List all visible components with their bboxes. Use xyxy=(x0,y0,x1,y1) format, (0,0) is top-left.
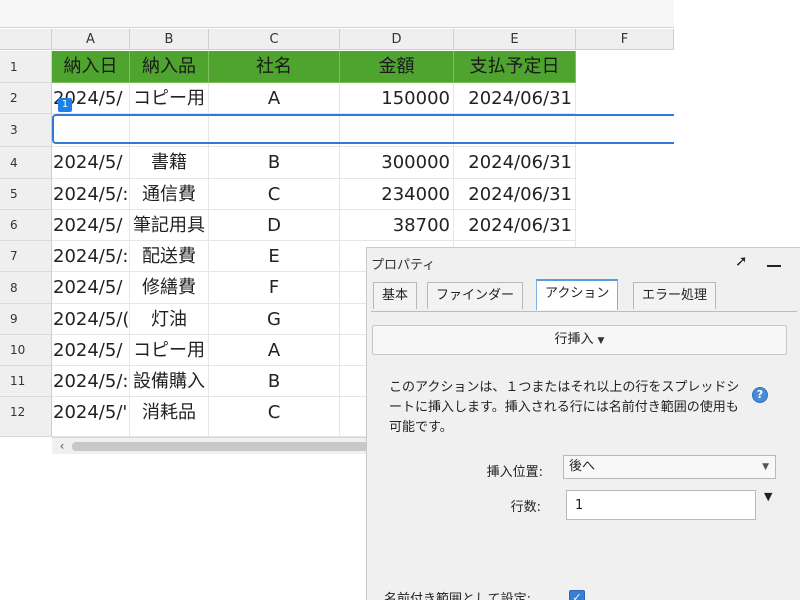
row-header-6[interactable]: 6 xyxy=(0,210,52,241)
column-header-f[interactable]: F xyxy=(576,29,674,50)
cell-company[interactable]: A xyxy=(209,83,340,114)
tab-finder[interactable]: ファインダー xyxy=(427,282,524,309)
cell-delivery-date[interactable]: 2024/5/ xyxy=(52,147,130,179)
pin-icon[interactable]: ➚ xyxy=(735,252,748,270)
cell-delivery-date[interactable]: 2024/5/: xyxy=(52,179,130,210)
header-cell-company[interactable]: 社名 xyxy=(209,51,340,83)
cell-item[interactable]: 設備購入 xyxy=(130,366,209,397)
named-range-label: 名前付き範囲として設定: xyxy=(384,592,531,600)
column-header-d[interactable]: D xyxy=(340,29,454,50)
tab-bar: 基本 ファインダー アクション エラー処理 xyxy=(371,279,797,312)
insert-position-select[interactable]: 後へ ▼ xyxy=(563,455,776,479)
column-header-c[interactable]: C xyxy=(209,29,340,50)
minimize-icon[interactable] xyxy=(767,265,781,267)
panel-title: プロパティ xyxy=(371,258,436,273)
action-label: 行挿入 xyxy=(554,332,594,347)
caret-down-icon: ▼ xyxy=(762,462,769,472)
cell-company[interactable]: B xyxy=(209,366,340,397)
sheet-toolbar-area xyxy=(0,0,674,28)
cell-delivery-date[interactable]: 2024/5/: xyxy=(52,366,130,397)
cell-item[interactable]: コピー用 xyxy=(130,335,209,366)
cell-amount[interactable]: 234000 xyxy=(340,179,454,210)
row-header-3[interactable]: 3 xyxy=(0,114,52,147)
tab-basic[interactable]: 基本 xyxy=(373,282,418,309)
row-header-11[interactable]: 11 xyxy=(0,366,52,397)
select-all-corner[interactable] xyxy=(0,29,52,50)
row-count-label: 行数: xyxy=(510,500,541,515)
cell-due-date[interactable]: 2024/06/31 xyxy=(454,147,576,179)
cell-company[interactable]: D xyxy=(209,210,340,241)
row-header-5[interactable]: 5 xyxy=(0,179,52,210)
cell-item[interactable]: 通信費 xyxy=(130,179,209,210)
row-header-7[interactable]: 7 xyxy=(0,241,52,272)
cell-item[interactable]: 消耗品 xyxy=(130,397,209,437)
row-header-2[interactable]: 2 xyxy=(0,83,52,114)
tab-action[interactable]: アクション xyxy=(536,279,619,310)
cell-delivery-date[interactable]: 2024/5/ xyxy=(52,335,130,366)
cell-due-date[interactable]: 2024/06/31 xyxy=(454,210,576,241)
cell-delivery-date[interactable]: 2024/5/( xyxy=(52,304,130,335)
cell-item[interactable]: コピー用 xyxy=(130,83,209,114)
cell-item[interactable]: 灯油 xyxy=(130,304,209,335)
caret-down-icon[interactable]: ▼ xyxy=(764,490,772,503)
cell-item[interactable]: 修繕費 xyxy=(130,272,209,304)
cell-company[interactable]: B xyxy=(209,147,340,179)
row-header-1[interactable]: 1 xyxy=(0,51,52,83)
action-description: このアクションは、１つまたはそれ以上の行をスプレッドシートに挿入します。挿入され… xyxy=(389,380,740,435)
cell-amount[interactable]: 300000 xyxy=(340,147,454,179)
row-header-9[interactable]: 9 xyxy=(0,304,52,335)
properties-panel: プロパティ ➚ 基本 ファインダー アクション エラー処理 行挿入 ▼ このアクシ… xyxy=(366,247,800,600)
cell-delivery-date[interactable]: 2024/5/ xyxy=(52,210,130,241)
header-cell-due-date[interactable]: 支払予定日 xyxy=(454,51,576,83)
named-range-checkbox[interactable]: ✓ xyxy=(569,590,585,600)
inserted-row-highlight xyxy=(52,114,674,144)
row-count-badge: 1 xyxy=(58,98,72,112)
chevron-left-icon[interactable]: ‹ xyxy=(56,438,68,454)
row-header-10[interactable]: 10 xyxy=(0,335,52,366)
cell-company[interactable]: A xyxy=(209,335,340,366)
tab-error-handling[interactable]: エラー処理 xyxy=(633,282,717,309)
row-header-12[interactable]: 12 xyxy=(0,397,52,437)
cell-amount[interactable]: 150000 xyxy=(340,83,454,114)
insert-position-label: 挿入位置: xyxy=(486,465,543,480)
row-count-input[interactable]: 1 xyxy=(566,490,756,520)
header-cell-item[interactable]: 納入品 xyxy=(130,51,209,83)
header-cell-delivery-date[interactable]: 納入日 xyxy=(52,51,130,83)
header-cell-amount[interactable]: 金額 xyxy=(340,51,454,83)
cell-company[interactable]: E xyxy=(209,241,340,272)
cell-item[interactable]: 筆記用具 xyxy=(130,210,209,241)
cell-company[interactable]: C xyxy=(209,397,340,437)
cell-delivery-date[interactable]: 2024/5/' xyxy=(52,397,130,437)
help-icon[interactable]: ? xyxy=(752,387,768,403)
cell-delivery-date[interactable]: 2024/5/: xyxy=(52,241,130,272)
cell-delivery-date[interactable]: 2024/5/ xyxy=(52,272,130,304)
cell-item[interactable]: 書籍 xyxy=(130,147,209,179)
insert-position-value: 後へ xyxy=(569,459,596,474)
action-select-button[interactable]: 行挿入 ▼ xyxy=(372,325,787,355)
cell-amount[interactable]: 38700 xyxy=(340,210,454,241)
row-header-4[interactable]: 4 xyxy=(0,147,52,179)
cell-company[interactable]: G xyxy=(209,304,340,335)
column-header-b[interactable]: B xyxy=(130,29,209,50)
row-header-8[interactable]: 8 xyxy=(0,272,52,304)
column-header-e[interactable]: E xyxy=(454,29,576,50)
cell-company[interactable]: F xyxy=(209,272,340,304)
column-header-a[interactable]: A xyxy=(52,29,130,50)
cell-company[interactable]: C xyxy=(209,179,340,210)
caret-down-icon: ▼ xyxy=(597,336,605,346)
cell-due-date[interactable]: 2024/06/31 xyxy=(454,179,576,210)
cell-due-date[interactable]: 2024/06/31 xyxy=(454,83,576,114)
cell-item[interactable]: 配送費 xyxy=(130,241,209,272)
